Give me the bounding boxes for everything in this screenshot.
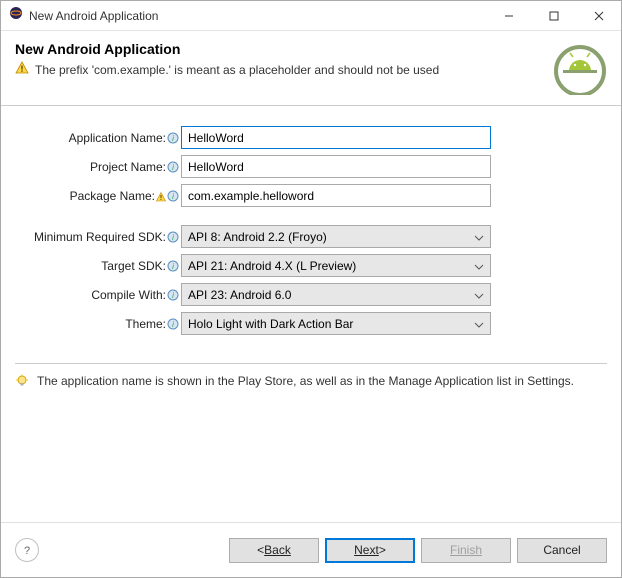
compile-with-row: Compile With: i API 23: Android 6.0: [11, 283, 611, 306]
form-area: Application Name: i Project Name: i Pack…: [1, 106, 621, 351]
svg-text:i: i: [172, 262, 174, 271]
application-name-row: Application Name: i: [11, 126, 611, 149]
svg-text:i: i: [172, 163, 174, 172]
application-name-label: Application Name:: [69, 131, 166, 145]
info-icon[interactable]: i: [167, 190, 179, 202]
theme-row: Theme: i Holo Light with Dark Action Bar: [11, 312, 611, 335]
maximize-button[interactable]: [531, 1, 576, 30]
target-sdk-select[interactable]: API 21: Android 4.X (L Preview): [181, 254, 491, 277]
project-name-input[interactable]: [181, 155, 491, 178]
info-icon[interactable]: i: [167, 231, 179, 243]
info-icon[interactable]: i: [167, 289, 179, 301]
compile-with-select[interactable]: API 23: Android 6.0: [181, 283, 491, 306]
dialog-footer: ? < Back Next > Finish Cancel: [1, 522, 621, 577]
info-icon[interactable]: i: [167, 260, 179, 272]
min-sdk-label: Minimum Required SDK:: [34, 230, 166, 244]
window-title: New Android Application: [29, 9, 486, 23]
chevron-down-icon: [474, 259, 484, 273]
min-sdk-row: Minimum Required SDK: i API 8: Android 2…: [11, 225, 611, 248]
tip-text: The application name is shown in the Pla…: [37, 372, 574, 393]
lightbulb-icon: [15, 374, 29, 393]
back-button[interactable]: < Back: [229, 538, 319, 563]
project-name-label: Project Name:: [90, 160, 166, 174]
compile-with-value: API 23: Android 6.0: [188, 288, 291, 302]
chevron-down-icon: [474, 288, 484, 302]
cancel-button[interactable]: Cancel: [517, 538, 607, 563]
svg-text:?: ?: [24, 545, 30, 556]
tip-divider: [15, 363, 607, 364]
tip-area: The application name is shown in the Pla…: [1, 372, 621, 393]
dialog-title: New Android Application: [15, 41, 553, 57]
svg-text:i: i: [172, 233, 174, 242]
chevron-down-icon: [474, 230, 484, 244]
svg-text:i: i: [172, 291, 174, 300]
target-sdk-row: Target SDK: i API 21: Android 4.X (L Pre…: [11, 254, 611, 277]
info-icon[interactable]: i: [167, 318, 179, 330]
theme-select[interactable]: Holo Light with Dark Action Bar: [181, 312, 491, 335]
info-icon[interactable]: i: [167, 161, 179, 173]
close-button[interactable]: [576, 1, 621, 30]
warning-icon: [15, 61, 29, 78]
finish-button: Finish: [421, 538, 511, 563]
window-buttons: [486, 1, 621, 30]
warning-icon: [156, 191, 166, 201]
svg-text:i: i: [172, 134, 174, 143]
chevron-down-icon: [474, 317, 484, 331]
package-name-row: Package Name: i: [11, 184, 611, 207]
android-logo-icon: [553, 41, 607, 95]
package-name-label: Package Name:: [70, 189, 155, 203]
next-button[interactable]: Next >: [325, 538, 415, 563]
titlebar[interactable]: New Android Application: [1, 1, 621, 31]
application-name-input[interactable]: [181, 126, 491, 149]
target-sdk-value: API 21: Android 4.X (L Preview): [188, 259, 356, 273]
min-sdk-select[interactable]: API 8: Android 2.2 (Froyo): [181, 225, 491, 248]
warning-text: The prefix 'com.example.' is meant as a …: [35, 63, 439, 77]
svg-text:i: i: [172, 192, 174, 201]
project-name-row: Project Name: i: [11, 155, 611, 178]
package-name-input[interactable]: [181, 184, 491, 207]
compile-with-label: Compile With:: [91, 288, 166, 302]
eclipse-icon: [9, 6, 23, 25]
dialog-window: New Android Application New Android Appl…: [0, 0, 622, 578]
theme-label: Theme:: [125, 317, 166, 331]
info-icon[interactable]: i: [167, 132, 179, 144]
minimize-button[interactable]: [486, 1, 531, 30]
min-sdk-value: API 8: Android 2.2 (Froyo): [188, 230, 327, 244]
theme-value: Holo Light with Dark Action Bar: [188, 317, 353, 331]
dialog-header: New Android Application The prefix 'com.…: [1, 31, 621, 105]
target-sdk-label: Target SDK:: [101, 259, 166, 273]
svg-text:i: i: [172, 320, 174, 329]
help-button[interactable]: ?: [15, 538, 39, 562]
